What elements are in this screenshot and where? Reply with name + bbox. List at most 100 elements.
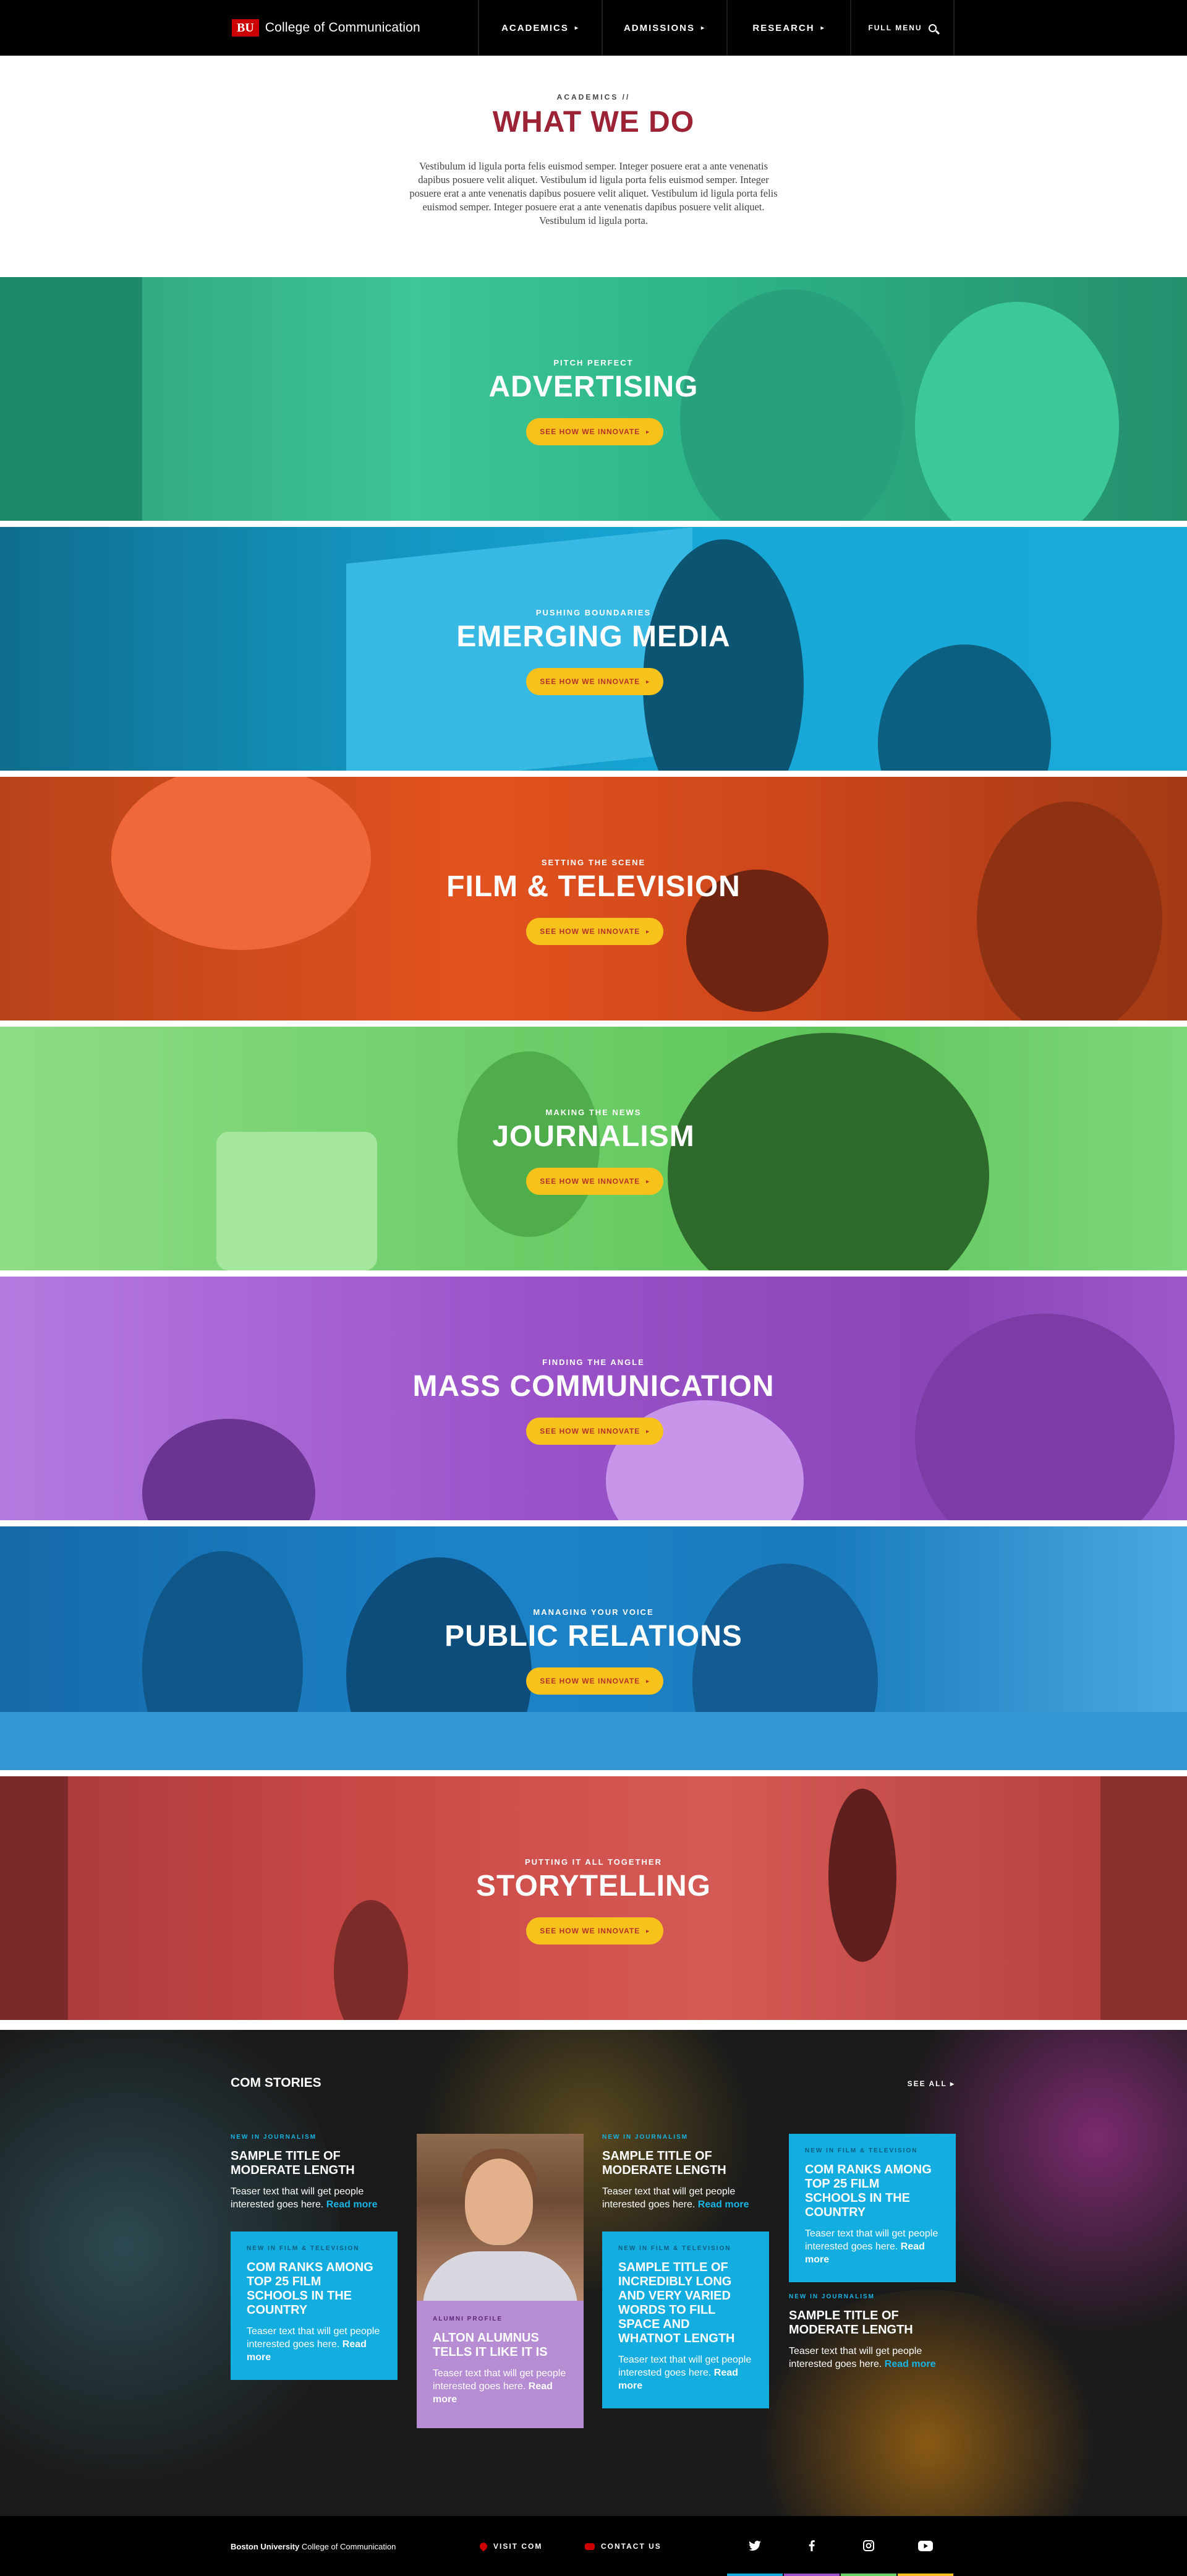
map-pin-icon xyxy=(478,2541,489,2552)
story-card[interactable]: NEW IN JOURNALISM Sample title of modera… xyxy=(789,2293,956,2371)
nav-academics-label: ACADEMICS xyxy=(501,22,569,33)
mail-icon xyxy=(585,2543,595,2550)
visit-com-link[interactable]: VISIT COM xyxy=(478,2541,543,2552)
band-title: JOURNALISM xyxy=(492,1120,695,1153)
story-title: Sample title of incredibly long and very… xyxy=(618,2261,735,2345)
story-card[interactable]: NEW IN JOURNALISM Sample title of modera… xyxy=(231,2134,398,2211)
arrow-right-icon: ▸ xyxy=(646,1677,650,1684)
see-how-we-innovate-button[interactable]: SEE HOW WE INNOVATE ▸ xyxy=(526,1667,663,1695)
arrow-right-icon: ▸ xyxy=(646,1178,650,1184)
alumni-photo xyxy=(417,2134,584,2301)
color-stripe xyxy=(898,2574,953,2576)
read-more-link[interactable]: Read more xyxy=(326,2199,378,2210)
program-band-mass-communication: FINDING THE ANGLE MASS COMMUNICATION SEE… xyxy=(0,1277,1187,1520)
nav-research[interactable]: RESEARCH ▸ xyxy=(726,0,850,56)
band-kicker: PUSHING BOUNDARIES xyxy=(535,608,652,617)
band-content: PUTTING IT ALL TOGETHER STORYTELLING SEE… xyxy=(0,1776,1187,2020)
story-title: Sample title of moderate length xyxy=(231,2149,355,2177)
see-how-we-innovate-button[interactable]: SEE HOW WE INNOVATE ▸ xyxy=(526,918,663,945)
full-menu-button[interactable]: FULL MENU xyxy=(850,0,955,56)
button-label: SEE HOW WE INNOVATE xyxy=(540,1177,640,1186)
twitter-icon[interactable] xyxy=(727,2533,783,2558)
program-band-storytelling: PUTTING IT ALL TOGETHER STORYTELLING SEE… xyxy=(0,1776,1187,2020)
photo-shirt xyxy=(423,2251,577,2301)
see-how-we-innovate-button[interactable]: SEE HOW WE INNOVATE ▸ xyxy=(526,1168,663,1195)
alumni-profile-body: ALUMNI PROFILE Alton alumnus tells it li… xyxy=(417,2301,584,2428)
story-kicker: NEW IN JOURNALISM xyxy=(231,2134,317,2141)
story-kicker: NEW IN FILM & TELEVISION xyxy=(805,2147,918,2154)
site-footer: Boston University College of Communicati… xyxy=(0,2516,1187,2576)
band-kicker: MANAGING YOUR VOICE xyxy=(533,1607,654,1617)
see-all-label: SEE ALL xyxy=(907,2079,947,2088)
nav-academics[interactable]: ACADEMICS ▸ xyxy=(478,0,602,56)
college-brand[interactable]: BU College of Communication xyxy=(232,19,420,36)
band-kicker: FINDING THE ANGLE xyxy=(542,1358,645,1367)
youtube-icon[interactable] xyxy=(898,2533,953,2558)
see-how-we-innovate-button[interactable]: SEE HOW WE INNOVATE ▸ xyxy=(526,1418,663,1445)
band-content: MAKING THE NEWS JOURNALISM SEE HOW WE IN… xyxy=(0,1027,1187,1270)
story-card[interactable]: NEW IN JOURNALISM Sample title of modera… xyxy=(602,2134,769,2211)
program-band-emerging-media: PUSHING BOUNDARIES EMERGING MEDIA SEE HO… xyxy=(0,527,1187,771)
nav-admissions[interactable]: ADMISSIONS ▸ xyxy=(602,0,726,56)
color-stripe xyxy=(784,2574,840,2576)
contact-us-link[interactable]: CONTACT US xyxy=(585,2542,662,2551)
full-menu-label: FULL MENU xyxy=(868,24,922,32)
band-title: MASS COMMUNICATION xyxy=(412,1370,775,1403)
nav-admissions-label: ADMISSIONS xyxy=(623,22,695,33)
story-kicker: NEW IN JOURNALISM xyxy=(789,2293,875,2300)
com-stories-section: COM STORIES SEE ALL ▸ NEW IN JOURNALISM … xyxy=(0,2030,1187,2516)
read-more-link[interactable]: Read more xyxy=(698,2199,749,2210)
college-name[interactable]: College of Communication xyxy=(265,20,420,35)
read-more-link[interactable]: Read more xyxy=(885,2359,936,2369)
story-kicker: NEW IN JOURNALISM xyxy=(602,2134,688,2141)
arrow-right-icon: ▸ xyxy=(950,2079,955,2088)
instagram-icon[interactable] xyxy=(841,2533,896,2558)
band-content: PITCH PERFECT ADVERTISING SEE HOW WE INN… xyxy=(0,277,1187,521)
band-kicker: PITCH PERFECT xyxy=(553,358,634,367)
chevron-right-icon: ▸ xyxy=(574,24,579,32)
program-band-journalism: MAKING THE NEWS JOURNALISM SEE HOW WE IN… xyxy=(0,1027,1187,1270)
band-content: PUSHING BOUNDARIES EMERGING MEDIA SEE HO… xyxy=(0,527,1187,771)
program-band-advertising: PITCH PERFECT ADVERTISING SEE HOW WE INN… xyxy=(0,277,1187,521)
facebook-icon[interactable] xyxy=(784,2533,840,2558)
story-title: Sample title of moderate length xyxy=(602,2149,726,2177)
alumni-profile-card[interactable]: ALUMNI PROFILE Alton alumnus tells it li… xyxy=(417,2134,584,2428)
search-icon[interactable] xyxy=(928,24,937,32)
footer-brand-bold: Boston University xyxy=(231,2542,300,2551)
story-kicker: NEW IN FILM & TELEVISION xyxy=(247,2245,360,2252)
band-content: SETTING THE SCENE FILM & TELEVISION SEE … xyxy=(0,777,1187,1021)
button-label: SEE HOW WE INNOVATE xyxy=(540,427,640,436)
button-label: SEE HOW WE INNOVATE xyxy=(540,1927,640,1935)
story-card[interactable]: NEW IN FILM & TELEVISION Sample title of… xyxy=(602,2232,769,2408)
story-card[interactable]: NEW IN FILM & TELEVISION COM ranks among… xyxy=(789,2134,956,2282)
section-eyebrow: ACADEMICS // xyxy=(556,93,631,101)
color-stripe xyxy=(727,2574,783,2576)
intro-section: ACADEMICS // WHAT WE DO Vestibulum id li… xyxy=(0,56,1187,277)
button-label: SEE HOW WE INNOVATE xyxy=(540,1677,640,1685)
button-label: SEE HOW WE INNOVATE xyxy=(540,1427,640,1436)
page-title: WHAT WE DO xyxy=(492,106,695,139)
band-title: EMERGING MEDIA xyxy=(456,620,731,653)
visit-com-label: VISIT COM xyxy=(493,2542,543,2551)
band-title: STORYTELLING xyxy=(475,1870,711,1902)
story-card[interactable]: NEW IN FILM & TELEVISION COM ranks among… xyxy=(231,2232,398,2380)
arrow-right-icon: ▸ xyxy=(646,928,650,935)
arrow-right-icon: ▸ xyxy=(646,1427,650,1434)
story-title: Alton alumnus tells it like it is xyxy=(433,2331,548,2359)
footer-brand-rest: College of Communication xyxy=(299,2542,396,2551)
see-how-we-innovate-button[interactable]: SEE HOW WE INNOVATE ▸ xyxy=(526,1917,663,1945)
band-kicker: MAKING THE NEWS xyxy=(545,1108,642,1117)
story-kicker: NEW IN FILM & TELEVISION xyxy=(618,2245,731,2252)
bu-logo[interactable]: BU xyxy=(232,19,259,36)
story-title: Sample title of moderate length xyxy=(789,2309,913,2337)
button-label: SEE HOW WE INNOVATE xyxy=(540,677,640,686)
story-kicker: ALUMNI PROFILE xyxy=(433,2316,503,2322)
band-kicker: PUTTING IT ALL TOGETHER xyxy=(525,1857,662,1867)
arrow-right-icon: ▸ xyxy=(646,428,650,435)
see-all-link[interactable]: SEE ALL ▸ xyxy=(908,2079,955,2088)
footer-brand[interactable]: Boston University College of Communicati… xyxy=(231,2542,396,2551)
story-title: COM ranks among top 25 film schools in t… xyxy=(247,2261,373,2317)
photo-face xyxy=(465,2159,533,2245)
see-how-we-innovate-button[interactable]: SEE HOW WE INNOVATE ▸ xyxy=(526,668,663,695)
see-how-we-innovate-button[interactable]: SEE HOW WE INNOVATE ▸ xyxy=(526,418,663,445)
